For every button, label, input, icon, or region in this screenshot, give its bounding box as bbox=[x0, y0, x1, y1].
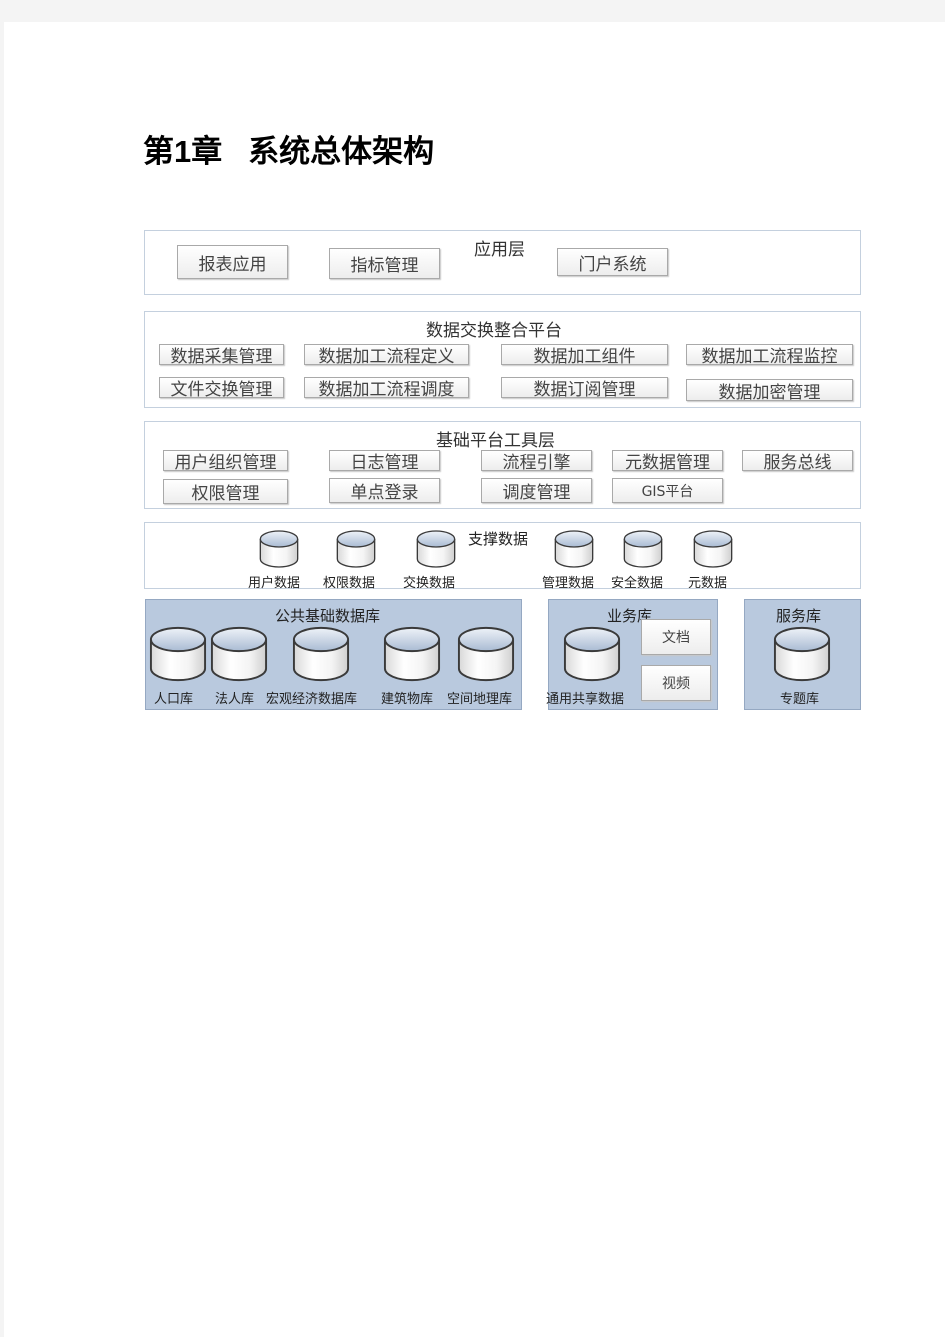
business-db-label: 通用共享数据 bbox=[546, 692, 625, 707]
support-data-label: 交换数据 bbox=[403, 576, 456, 591]
service-db-label: 专题库 bbox=[780, 692, 820, 707]
tool-item-9: GIS平台 bbox=[612, 478, 723, 503]
support-data-label: 安全数据 bbox=[611, 576, 664, 591]
tool-item-5: 服务总线 bbox=[742, 450, 853, 473]
database-icon bbox=[383, 625, 441, 683]
support-data-label: 用户数据 bbox=[248, 576, 301, 591]
database-icon bbox=[292, 625, 350, 683]
public-db-label: 法人库 bbox=[215, 692, 255, 707]
exchange-item-1: 数据采集管理 bbox=[159, 344, 284, 367]
tool-item-8: 调度管理 bbox=[481, 478, 592, 503]
service-db-title: 服务库 bbox=[776, 607, 822, 625]
database-icon bbox=[210, 625, 268, 683]
exchange-item-8: 数据加密管理 bbox=[686, 379, 853, 403]
public-db-title: 公共基础数据库 bbox=[275, 607, 381, 625]
exchange-platform-title: 数据交换整合平台 bbox=[426, 321, 562, 341]
portal-system-box: 门户系统 bbox=[557, 248, 668, 276]
database-icon bbox=[773, 624, 831, 684]
support-data-label: 管理数据 bbox=[542, 576, 595, 591]
database-icon bbox=[457, 625, 515, 683]
support-data-title: 支撑数据 bbox=[468, 530, 529, 548]
database-icon bbox=[416, 528, 456, 570]
chapter-title: 系统总体架构 bbox=[248, 134, 435, 169]
indicator-mgmt-box: 指标管理 bbox=[329, 248, 440, 279]
database-icon bbox=[693, 528, 733, 570]
exchange-item-4: 数据加工流程监控 bbox=[686, 344, 853, 367]
report-app-box: 报表应用 bbox=[177, 245, 288, 279]
database-icon bbox=[259, 528, 299, 570]
document-box: 文档 bbox=[641, 619, 711, 655]
support-data-label: 元数据 bbox=[688, 576, 728, 591]
exchange-item-6: 数据加工流程调度 bbox=[304, 377, 469, 400]
database-icon bbox=[563, 624, 621, 684]
chapter-heading: 第1章 系统总体架构 bbox=[143, 126, 434, 171]
tool-item-3: 流程引擎 bbox=[481, 450, 592, 473]
database-icon bbox=[554, 528, 594, 570]
public-db-label: 建筑物库 bbox=[381, 692, 434, 707]
database-icon bbox=[623, 528, 663, 570]
exchange-item-5: 文件交换管理 bbox=[159, 377, 284, 400]
tool-item-2: 日志管理 bbox=[329, 450, 440, 473]
exchange-item-7: 数据订阅管理 bbox=[501, 377, 668, 400]
exchange-item-2: 数据加工流程定义 bbox=[304, 344, 469, 367]
database-icon bbox=[149, 625, 207, 683]
tool-item-4: 元数据管理 bbox=[612, 450, 723, 473]
database-icon bbox=[336, 528, 376, 570]
public-db-label: 空间地理库 bbox=[447, 692, 513, 707]
exchange-item-3: 数据加工组件 bbox=[501, 344, 668, 367]
application-layer-title: 应用层 bbox=[474, 240, 525, 260]
support-data-label: 权限数据 bbox=[323, 576, 376, 591]
chapter-number: 第1章 bbox=[143, 134, 223, 169]
tool-item-6: 权限管理 bbox=[163, 479, 288, 504]
tool-item-1: 用户组织管理 bbox=[163, 450, 288, 473]
public-db-label: 人口库 bbox=[154, 692, 194, 707]
public-db-label: 宏观经济数据库 bbox=[266, 692, 358, 707]
tool-item-7: 单点登录 bbox=[329, 478, 440, 503]
video-box: 视频 bbox=[641, 665, 711, 701]
